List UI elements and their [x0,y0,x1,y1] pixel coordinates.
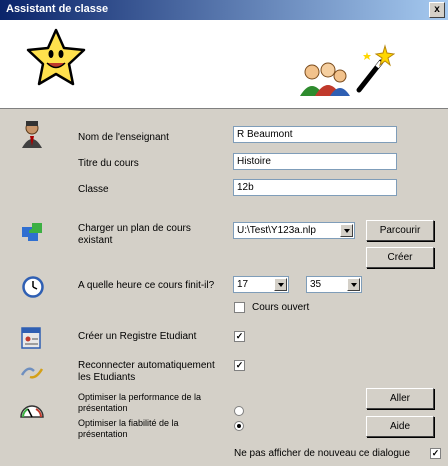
plan-path-value: U:\Test\Y123a.nlp [237,225,316,236]
create-register-label: Créer un Registre Etudiant [78,331,197,342]
optimize-reliability-radio[interactable] [234,421,244,431]
class-field[interactable]: 12b [233,179,397,196]
plan-path-combo[interactable]: U:\Test\Y123a.nlp [233,222,355,239]
reconnect-label: Reconnecter automatiquement les Etudiant… [78,360,215,383]
course-title-field[interactable]: Histoire [233,153,397,170]
optimize-performance-label: Optimiser la performance de la présentat… [78,392,202,413]
reconnect-checkbox[interactable]: ✓ [234,360,245,371]
optimize-reliability-label: Optimiser la fiabilité de la présentatio… [78,418,179,439]
clock-icon [22,276,44,298]
open-course-checkbox[interactable] [234,302,245,313]
teacher-name-field[interactable]: R Beaumont [233,126,397,143]
magic-wand-icon [356,44,395,93]
optimize-performance-radio[interactable] [234,406,244,416]
load-plan-label: Charger un plan de cours existant [78,223,191,246]
puzzle-icon [22,223,42,241]
help-button[interactable]: Aide [366,416,434,437]
register-icon [21,327,41,349]
dont-show-label: Ne pas afficher de nouveau ce dialogue [234,448,411,459]
teacher-icon [22,121,42,148]
people-icon [300,62,350,96]
create-button[interactable]: Créer [366,247,434,268]
end-time-label: A quelle heure ce cours finit-il? [78,280,215,291]
title-bar: Assistant de classe x [0,0,448,20]
banner [0,20,448,109]
dont-show-checkbox[interactable]: ✓ [430,448,441,459]
close-button[interactable]: x [429,2,445,18]
minute-value: 35 [310,279,322,290]
minute-combo[interactable]: 35 [306,276,362,293]
star-mascot-icon [26,28,86,86]
hour-value: 17 [237,279,249,290]
create-register-checkbox[interactable]: ✓ [234,331,245,342]
open-course-label: Cours ouvert [252,302,310,313]
course-title-label: Titre du cours [78,158,139,169]
window-title: Assistant de classe [6,3,109,15]
chevron-down-icon[interactable] [274,278,287,291]
chevron-down-icon[interactable] [340,224,353,237]
reconnect-icon [20,367,44,379]
class-label: Classe [78,184,109,195]
gauge-icon [20,405,44,418]
browse-button[interactable]: Parcourir [366,220,434,241]
hour-combo[interactable]: 17 [233,276,289,293]
chevron-down-icon[interactable] [347,278,360,291]
teacher-name-label: Nom de l'enseignant [78,132,169,143]
go-button[interactable]: Aller [366,388,434,409]
